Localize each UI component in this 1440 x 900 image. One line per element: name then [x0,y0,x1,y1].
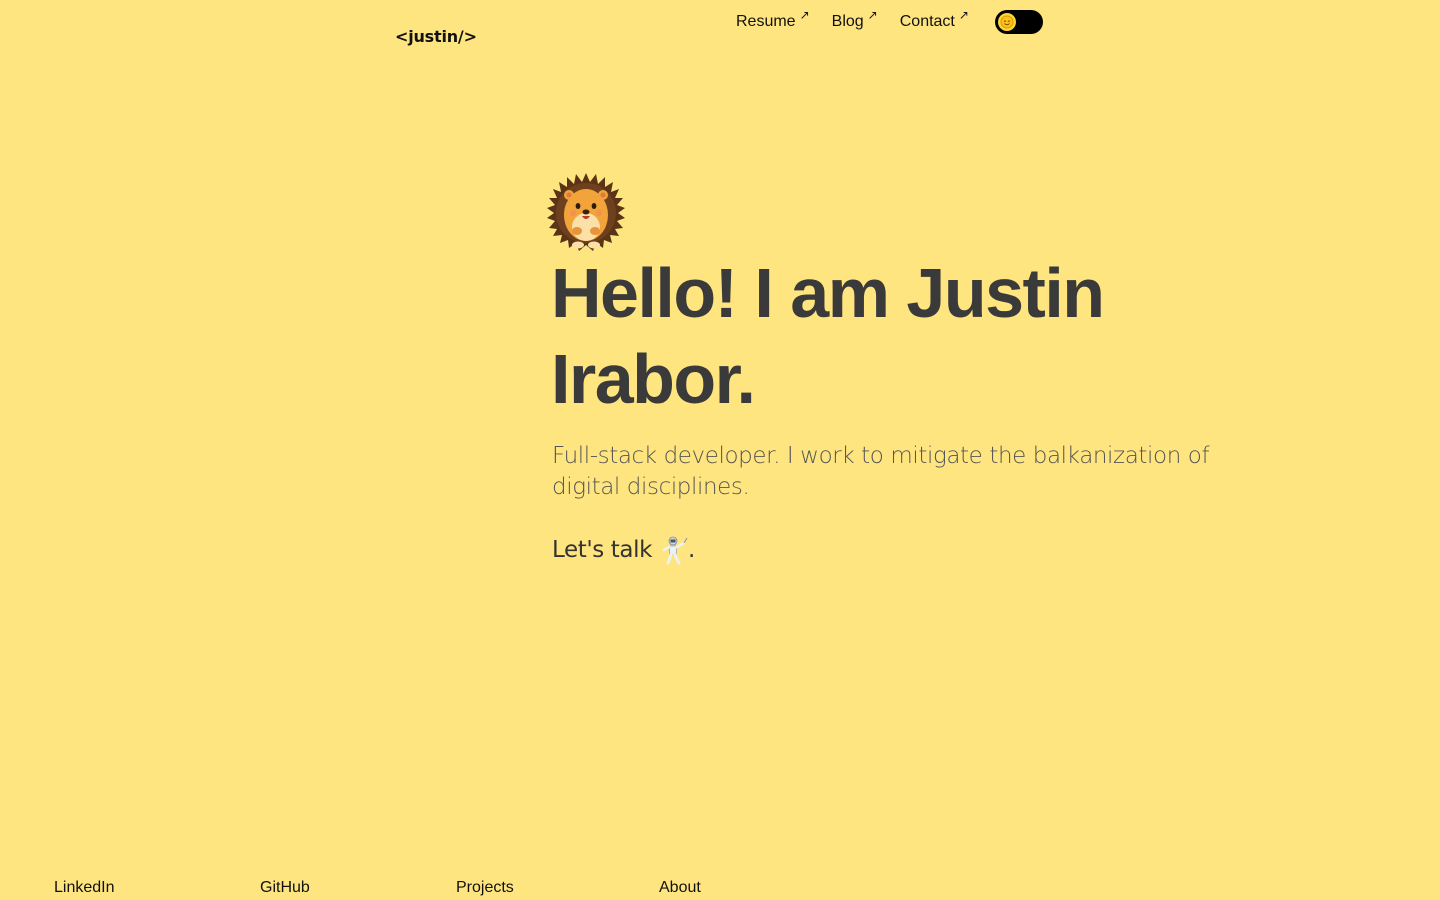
external-link-icon: ↗ [867,8,878,22]
footer-projects-link[interactable]: Projects [456,877,514,899]
nav-resume-label: Resume [736,13,796,30]
top-nav: Resume ↗ Blog ↗ Contact ↗ [736,8,1043,34]
external-link-icon: ↗ [958,8,969,22]
cta-suffix: . [688,537,695,563]
hero-title: Hello! I am Justin Irabor. [551,254,1105,418]
footer-about-link[interactable]: About [659,877,701,899]
nav-blog-link[interactable]: Blog ↗ [831,8,878,33]
footer-github-link[interactable]: GitHub [260,877,310,899]
site-logo[interactable]: <justin/> [395,27,477,46]
nav-contact-link[interactable]: Contact ↗ [899,8,969,33]
lets-talk-link[interactable]: Let's talk . [552,533,695,567]
nav-resume-link[interactable]: Resume ↗ [736,8,810,33]
footer-linkedin-link[interactable]: LinkedIn [54,877,115,899]
hedgehog-icon [546,173,626,251]
theme-toggle[interactable] [994,10,1043,34]
nav-contact-label: Contact [899,13,955,30]
external-link-icon: ↗ [799,8,810,22]
hero-subtitle: Full-stack developer. I work to mitigate… [552,443,1210,500]
cta-text: Let's talk [552,537,653,563]
sun-icon [997,13,1016,31]
nav-blog-label: Blog [831,13,864,30]
person-fencing-icon [658,535,688,565]
